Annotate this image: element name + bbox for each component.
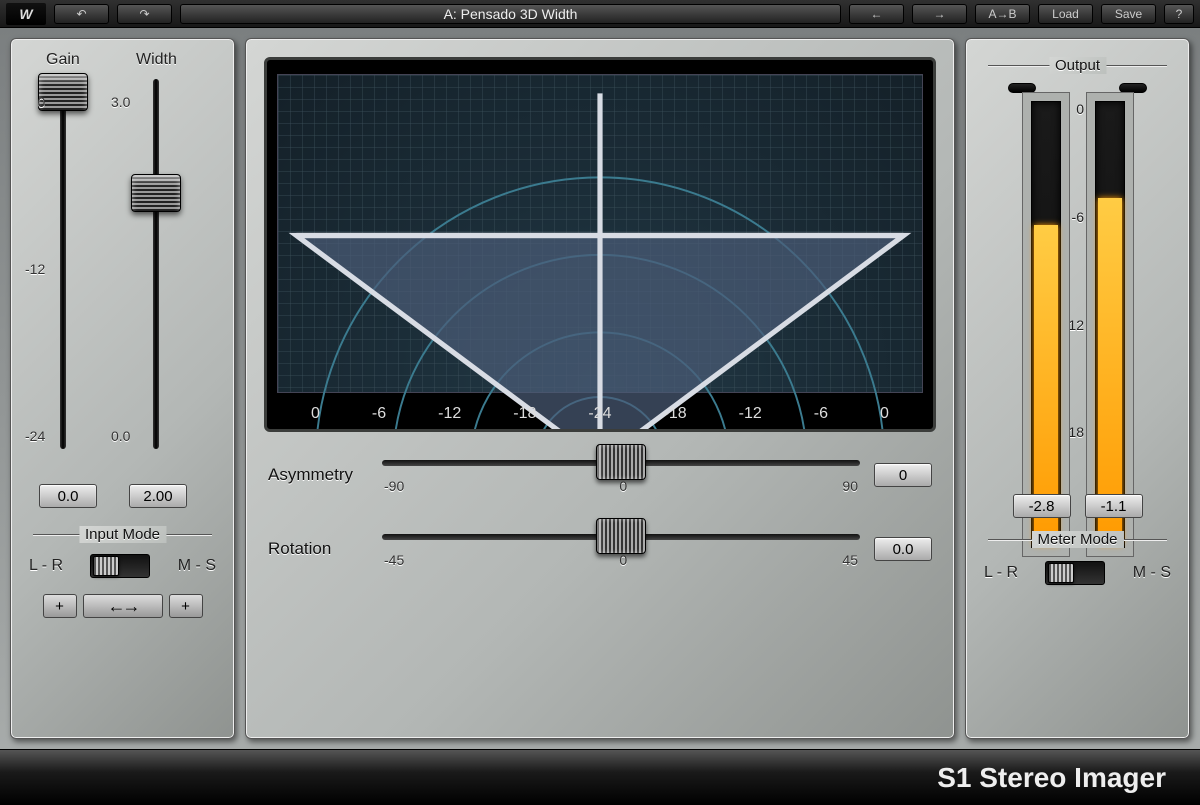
width-value[interactable]: 2.00 (129, 484, 187, 508)
asymmetry-row: Asymmetry -90 0 90 0 (268, 450, 932, 500)
meter-mode-switch[interactable] (1045, 561, 1105, 585)
width-fader-track[interactable] (153, 79, 159, 449)
output-title: Output (1049, 57, 1106, 74)
redo-icon: ↷ (139, 7, 149, 21)
asymmetry-knob[interactable] (596, 444, 646, 480)
switch-thumb (93, 556, 119, 576)
prev-preset-button[interactable]: ← (849, 4, 904, 24)
gain-value[interactable]: 0.0 (39, 484, 97, 508)
gain-label: Gain (46, 51, 80, 69)
main-body: Gain 0 -12 -24 Width 3.0 0.0 0.0 2.00 In… (0, 28, 1200, 749)
lr-label: L - R (29, 557, 63, 575)
rotation-slider[interactable]: -45 0 45 (382, 524, 860, 574)
clip-indicators (966, 83, 1189, 93)
plugin-title: S1 Stereo Imager (937, 762, 1166, 794)
meter-right (1095, 101, 1125, 548)
next-preset-button[interactable]: → (912, 4, 967, 24)
save-button[interactable]: Save (1101, 4, 1156, 24)
switch-thumb (1048, 563, 1074, 583)
width-scale: 3.0 0.0 (111, 94, 130, 444)
gain-fader-knob[interactable] (38, 73, 88, 111)
asymmetry-label: Asymmetry (268, 465, 368, 485)
meter-left (1031, 101, 1061, 548)
meter-mode-row: L - R M - S (984, 561, 1171, 585)
clip-led-right[interactable] (1119, 83, 1147, 93)
ms-label: M - S (1133, 564, 1171, 582)
arrow-right-icon: → (934, 7, 946, 21)
scope-svg (277, 74, 923, 432)
help-button[interactable]: ? (1164, 4, 1194, 24)
undo-button[interactable]: ↶ (54, 4, 109, 24)
clip-led-left[interactable] (1008, 83, 1036, 93)
toolbar: W ↶ ↷ A: Pensado 3D Width ← → A→B Load S… (0, 0, 1200, 28)
gain-fader-column: Gain (46, 51, 80, 449)
ms-label: M - S (178, 557, 216, 575)
polarity-left-button[interactable]: + (43, 594, 77, 618)
compare-button[interactable]: A→B (975, 4, 1030, 24)
output-panel: Output 0 -6 -12 -18 -24 -2.8 -1.1 Meter … (965, 38, 1190, 739)
input-mode-switch[interactable] (90, 554, 150, 578)
width-label: Width (136, 51, 177, 69)
polarity-right-button[interactable]: + (169, 594, 203, 618)
meter-mode-title: Meter Mode (1031, 531, 1123, 548)
footer: S1 Stereo Imager (0, 749, 1200, 805)
gain-fader-track[interactable] (60, 79, 66, 449)
preset-name-display[interactable]: A: Pensado 3D Width (180, 4, 841, 24)
rotation-value[interactable]: 0.0 (874, 537, 932, 561)
scope-labels: 0 -6 -12 -18 -24 -18 -12 -6 0 (267, 405, 933, 423)
asymmetry-slider[interactable]: -90 0 90 (382, 450, 860, 500)
rotation-row: Rotation -45 0 45 0.0 (268, 524, 932, 574)
rotation-ticks: -45 0 45 (382, 552, 860, 568)
asymmetry-value[interactable]: 0 (874, 463, 932, 487)
waves-logo: W (6, 3, 46, 25)
width-fader-column: Width (136, 51, 177, 449)
meter-right-fill (1098, 198, 1122, 545)
load-button[interactable]: Load (1038, 4, 1093, 24)
lr-label: L - R (984, 564, 1018, 582)
swap-channels-button[interactable]: ←→ (83, 594, 163, 618)
input-mode-row: L - R M - S (29, 554, 216, 578)
stereo-scope-panel: 0 -6 -12 -18 -24 -18 -12 -6 0 Asymmetry … (245, 38, 955, 739)
rotation-label: Rotation (268, 539, 368, 559)
meters (966, 101, 1189, 548)
input-panel: Gain 0 -12 -24 Width 3.0 0.0 0.0 2.00 In… (10, 38, 235, 739)
peak-left-value[interactable]: -2.8 (1013, 494, 1071, 518)
rotation-knob[interactable] (596, 518, 646, 554)
width-fader-knob[interactable] (131, 174, 181, 212)
redo-button[interactable]: ↷ (117, 4, 172, 24)
undo-icon: ↶ (76, 7, 86, 21)
polarity-row: + ←→ + (41, 594, 204, 618)
peak-right-value[interactable]: -1.1 (1085, 494, 1143, 518)
arrow-left-icon: ← (871, 7, 883, 21)
peak-values: -2.8 -1.1 (966, 494, 1189, 518)
gain-scale: 0 -12 -24 (25, 94, 45, 444)
asymmetry-ticks: -90 0 90 (382, 478, 860, 494)
stereo-scope: 0 -6 -12 -18 -24 -18 -12 -6 0 (264, 57, 936, 432)
input-mode-title: Input Mode (79, 526, 166, 543)
